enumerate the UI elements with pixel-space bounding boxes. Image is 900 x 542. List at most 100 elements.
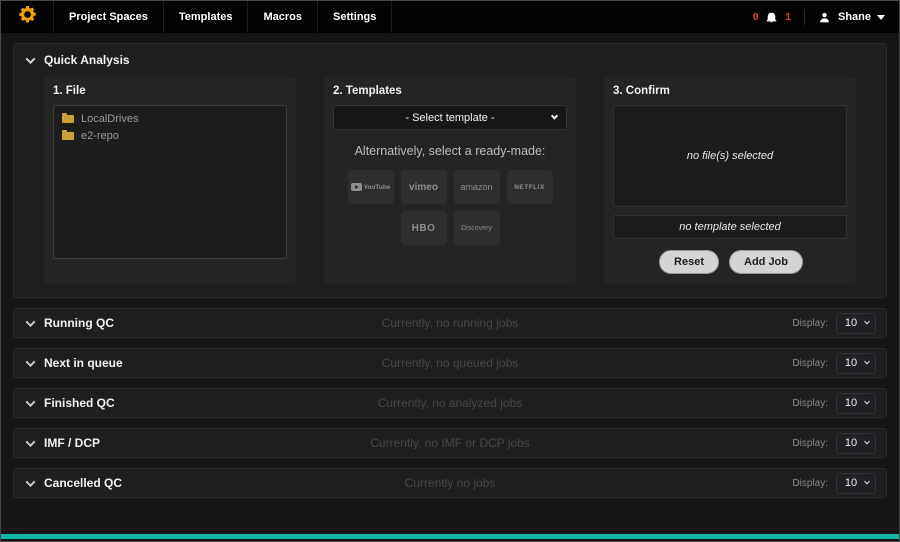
chevron-down-icon bbox=[864, 479, 870, 485]
section-next-in-queue: Next in queue Currently, no queued jobs … bbox=[13, 348, 887, 378]
chevron-down-icon bbox=[864, 399, 870, 405]
file-tree-item[interactable]: LocalDrives bbox=[62, 113, 278, 125]
display-count-select[interactable]: 10 bbox=[836, 393, 876, 414]
notification-count-badge: 1 bbox=[785, 12, 791, 23]
confirm-panel-title: 3. Confirm bbox=[613, 85, 847, 97]
template-select[interactable]: - Select template - bbox=[333, 105, 567, 130]
chevron-down-icon bbox=[26, 357, 36, 367]
section-cancelled-qc: Cancelled QC Currently no jobs Display: … bbox=[13, 468, 887, 498]
section-status: Currently, no queued jobs bbox=[382, 356, 519, 370]
section-display: Display: 10 bbox=[792, 393, 886, 414]
display-count-value: 10 bbox=[845, 397, 857, 409]
display-count-select[interactable]: 10 bbox=[836, 313, 876, 334]
display-label: Display: bbox=[792, 438, 828, 449]
display-count-value: 10 bbox=[845, 477, 857, 489]
main-content: Quick Analysis 1. File LocalDrives e2-re… bbox=[1, 33, 899, 508]
file-tree-item-label: e2-repo bbox=[81, 130, 119, 142]
chevron-down-icon bbox=[26, 317, 36, 327]
chevron-down-icon bbox=[551, 113, 558, 120]
folder-icon bbox=[62, 132, 74, 140]
section-running-qc: Running QC Currently, no running jobs Di… bbox=[13, 308, 887, 338]
section-header[interactable]: Finished QC bbox=[14, 396, 115, 410]
confirm-actions: Reset Add Job bbox=[613, 250, 847, 274]
chevron-down-icon bbox=[26, 437, 36, 447]
quick-analysis-body: 1. File LocalDrives e2-repo 2. Templates… bbox=[14, 77, 886, 284]
section-status: Currently, no analyzed jobs bbox=[378, 396, 523, 410]
chevron-down-icon bbox=[864, 359, 870, 365]
section-status: Currently no jobs bbox=[405, 476, 496, 490]
section-display: Display: 10 bbox=[792, 313, 886, 334]
selected-files-box: no file(s) selected bbox=[613, 105, 847, 207]
app-logo[interactable] bbox=[1, 1, 53, 33]
ready-made-label: Alternatively, select a ready-made: bbox=[333, 144, 567, 158]
display-label: Display: bbox=[792, 478, 828, 489]
file-tree[interactable]: LocalDrives e2-repo bbox=[53, 105, 287, 259]
display-count-select[interactable]: 10 bbox=[836, 353, 876, 374]
file-tree-item-label: LocalDrives bbox=[81, 113, 138, 125]
section-header[interactable]: Running QC bbox=[14, 316, 114, 330]
folder-icon bbox=[62, 115, 74, 123]
section-title: Running QC bbox=[44, 316, 114, 330]
section-imf-dcp: IMF / DCP Currently, no IMF or DCP jobs … bbox=[13, 428, 887, 458]
display-count-value: 10 bbox=[845, 357, 857, 369]
confirm-panel: 3. Confirm no file(s) selected no templa… bbox=[604, 77, 856, 284]
chevron-down-icon bbox=[864, 439, 870, 445]
footer-accent-bar bbox=[1, 534, 899, 539]
add-job-button[interactable]: Add Job bbox=[729, 250, 803, 274]
quick-analysis-panel: Quick Analysis 1. File LocalDrives e2-re… bbox=[13, 43, 887, 298]
navbar-divider bbox=[804, 9, 805, 25]
section-title: Next in queue bbox=[44, 356, 123, 370]
chevron-down-icon bbox=[26, 477, 36, 487]
templates-panel: 2. Templates - Select template - Alterna… bbox=[324, 77, 576, 284]
section-status: Currently, no IMF or DCP jobs bbox=[370, 436, 530, 450]
display-label: Display: bbox=[792, 358, 828, 369]
chevron-down-icon bbox=[26, 397, 36, 407]
section-status: Currently, no running jobs bbox=[382, 316, 519, 330]
alert-count-badge[interactable]: 0 bbox=[753, 12, 759, 23]
section-header[interactable]: IMF / DCP bbox=[14, 436, 100, 450]
template-select-value: - Select template - bbox=[405, 112, 494, 124]
gear-icon bbox=[18, 5, 37, 29]
nav-macros[interactable]: Macros bbox=[248, 1, 318, 33]
brand-netflix-button[interactable]: NETFLIX bbox=[507, 170, 553, 204]
nav-project-spaces[interactable]: Project Spaces bbox=[53, 1, 164, 33]
navbar-right: 0 1 Shane bbox=[753, 1, 899, 33]
caret-down-icon bbox=[877, 15, 885, 20]
display-count-value: 10 bbox=[845, 317, 857, 329]
display-count-value: 10 bbox=[845, 437, 857, 449]
user-name: Shane bbox=[838, 11, 871, 23]
section-display: Display: 10 bbox=[792, 353, 886, 374]
section-title: Finished QC bbox=[44, 396, 115, 410]
quick-analysis-header[interactable]: Quick Analysis bbox=[14, 44, 886, 77]
section-header[interactable]: Cancelled QC bbox=[14, 476, 122, 490]
selected-template-box: no template selected bbox=[613, 215, 847, 239]
brand-hbo-button[interactable]: HBO bbox=[401, 211, 447, 245]
file-panel: 1. File LocalDrives e2-repo bbox=[44, 77, 296, 284]
bell-icon[interactable] bbox=[765, 10, 778, 24]
reset-button[interactable]: Reset bbox=[659, 250, 719, 274]
brand-grid: YouTube vimeo amazon NETFLIX HBO Discove… bbox=[345, 170, 555, 245]
display-count-select[interactable]: 10 bbox=[836, 433, 876, 454]
brand-youtube-button[interactable]: YouTube bbox=[348, 170, 394, 204]
brand-label: YouTube bbox=[364, 184, 391, 191]
display-label: Display: bbox=[792, 398, 828, 409]
brand-discovery-button[interactable]: Discovery bbox=[454, 211, 500, 245]
youtube-play-icon bbox=[351, 183, 362, 191]
brand-amazon-button[interactable]: amazon bbox=[454, 170, 500, 204]
section-title: Cancelled QC bbox=[44, 476, 122, 490]
display-count-select[interactable]: 10 bbox=[836, 473, 876, 494]
nav-settings[interactable]: Settings bbox=[318, 1, 392, 33]
no-template-placeholder: no template selected bbox=[679, 221, 781, 233]
display-label: Display: bbox=[792, 318, 828, 329]
file-tree-item[interactable]: e2-repo bbox=[62, 130, 278, 142]
section-display: Display: 10 bbox=[792, 433, 886, 454]
templates-panel-title: 2. Templates bbox=[333, 85, 567, 97]
user-icon bbox=[818, 11, 831, 24]
user-menu[interactable]: Shane bbox=[838, 11, 885, 23]
file-panel-title: 1. File bbox=[53, 85, 287, 97]
brand-vimeo-button[interactable]: vimeo bbox=[401, 170, 447, 204]
nav-templates[interactable]: Templates bbox=[164, 1, 249, 33]
chevron-down-icon bbox=[864, 319, 870, 325]
section-finished-qc: Finished QC Currently, no analyzed jobs … bbox=[13, 388, 887, 418]
section-header[interactable]: Next in queue bbox=[14, 356, 123, 370]
